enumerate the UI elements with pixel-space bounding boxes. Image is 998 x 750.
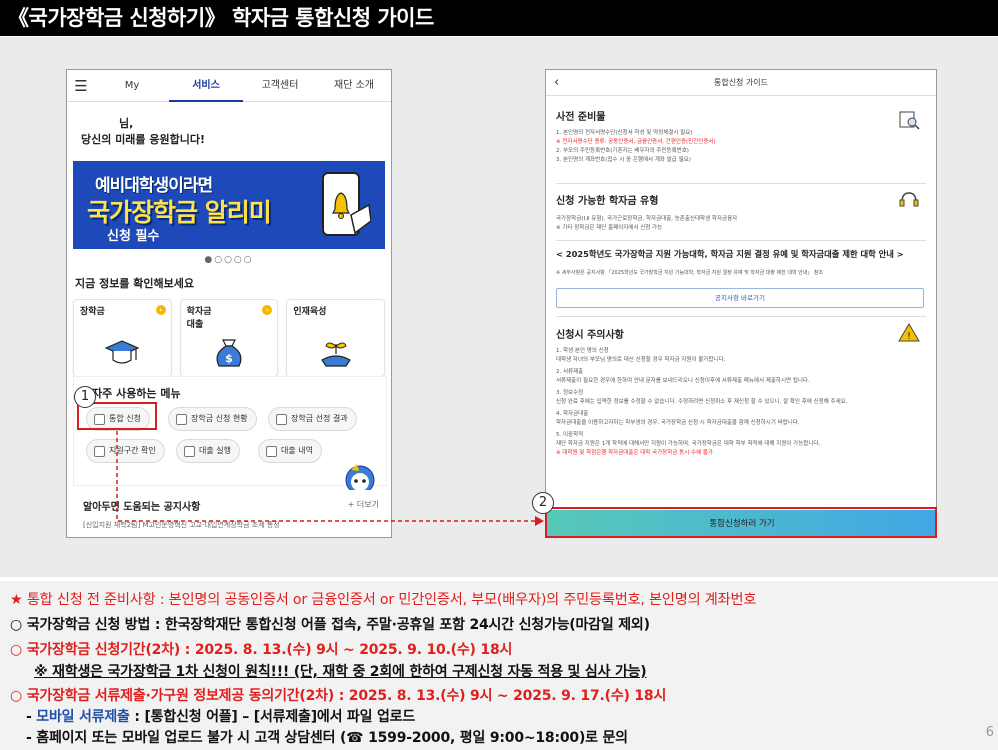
note-prefix: - bbox=[26, 709, 37, 725]
note-mobile-upload: - 모바일 서류제출 : [통합신청 어플] – [서류제출]에서 파일 업로드 bbox=[26, 706, 415, 726]
note-mobile-label: 모바일 서류제출 bbox=[36, 709, 130, 725]
note-mobile-detail: : [통합신청 어플] – [서류제출]에서 파일 업로드 bbox=[129, 709, 416, 725]
page-number: 6 bbox=[985, 725, 994, 740]
slide: 《국가장학금 신청하기》 학자금 통합신청 가이드 ☰ My 서비스 고객센터 … bbox=[0, 0, 998, 750]
note-documents: ○ 국가장학금 서류제출·가구원 정보제공 동의기간(2차) : 2025. 8… bbox=[10, 688, 667, 704]
note-method: ○ 국가장학금 신청 방법 : 한국장학재단 통합신청 어플 접속, 주말·공휴… bbox=[10, 617, 650, 633]
notes-panel: ★ 통합 신청 전 준비사항 : 본인명의 공동인증서 or 금융인증서 or … bbox=[0, 581, 998, 750]
note-enrolled: ※ 재학생은 국가장학금 1차 신청이 원칙!!! (단, 재학 중 2회에 한… bbox=[34, 664, 647, 680]
note-preparation: ★ 통합 신청 전 준비사항 : 본인명의 공동인증서 or 금융인증서 or … bbox=[10, 592, 757, 608]
note-period: ○ 국가장학금 신청기간(2차) : 2025. 8. 13.(수) 9시 ~ … bbox=[10, 642, 513, 658]
note-contact: - 홈페이지 또는 모바일 업로드 불가 시 고객 상담센터 (☎ 1599-2… bbox=[26, 730, 628, 746]
